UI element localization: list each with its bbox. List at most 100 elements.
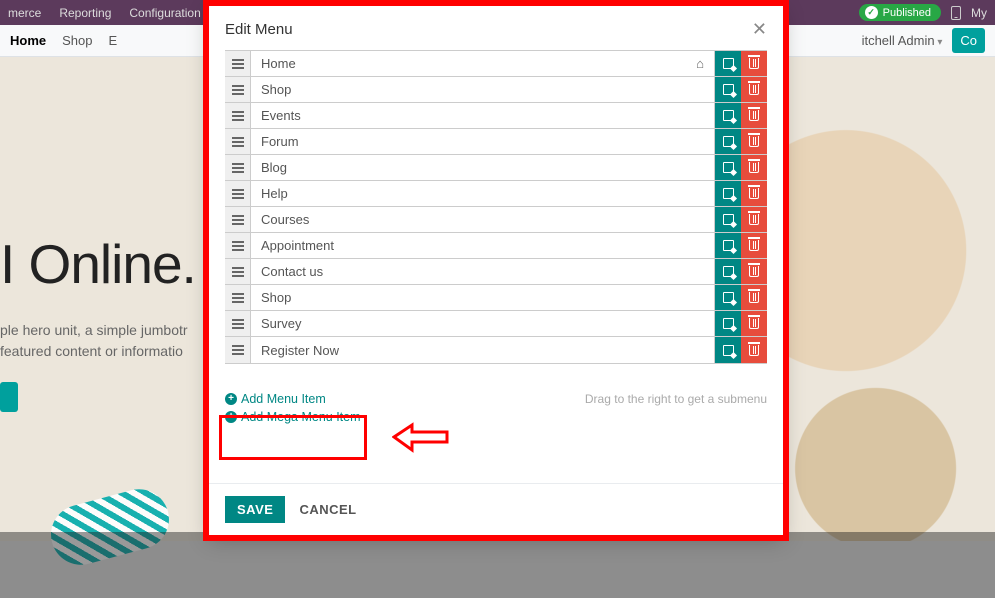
topbar-my[interactable]: My [971, 6, 987, 20]
home-icon: ⌂ [696, 56, 704, 71]
drag-handle-icon[interactable] [225, 259, 251, 284]
modal-footer: SAVE CANCEL [209, 483, 783, 535]
menu-item-label[interactable]: Blog [251, 155, 715, 180]
cancel-button[interactable]: CANCEL [299, 502, 356, 517]
menu-row: Shop [225, 285, 767, 311]
drag-handle-icon[interactable] [225, 155, 251, 180]
menu-row: Courses [225, 207, 767, 233]
menu-row: Forum [225, 129, 767, 155]
published-label: Published [883, 7, 931, 19]
delete-icon[interactable] [741, 207, 767, 232]
check-icon: ✓ [865, 6, 878, 19]
edit-icon[interactable] [715, 77, 741, 102]
published-toggle[interactable]: ✓ Published [859, 4, 941, 21]
edit-icon[interactable] [715, 51, 741, 76]
edit-icon[interactable] [715, 311, 741, 336]
edit-icon[interactable] [715, 181, 741, 206]
drag-handle-icon[interactable] [225, 129, 251, 154]
hero-button[interactable] [0, 382, 18, 412]
hero-text: I Online. ple hero unit, a simple jumbot… [0, 232, 196, 415]
drag-handle-icon[interactable] [225, 207, 251, 232]
menu-list: Home⌂ShopEventsForumBlogHelpCoursesAppoi… [225, 50, 767, 364]
menu-item-label[interactable]: Survey [251, 311, 715, 336]
delete-icon[interactable] [741, 155, 767, 180]
topbar-item[interactable]: Reporting [59, 6, 111, 20]
menu-item-label[interactable]: Help [251, 181, 715, 206]
delete-icon[interactable] [741, 129, 767, 154]
menu-item-label[interactable]: Appointment [251, 233, 715, 258]
delete-icon[interactable] [741, 233, 767, 258]
add-mega-menu-label: Add Mega Menu Item [241, 410, 361, 424]
add-mega-menu-item-link[interactable]: + Add Mega Menu Item [225, 410, 361, 424]
drag-handle-icon[interactable] [225, 337, 251, 363]
cta-button[interactable]: Co [952, 28, 985, 53]
edit-icon[interactable] [715, 207, 741, 232]
menu-row: Survey [225, 311, 767, 337]
nav-right: itchell Admin Co [862, 28, 985, 53]
add-block: + Add Menu Item + Add Mega Menu Item Dra… [225, 392, 767, 424]
edit-icon[interactable] [715, 129, 741, 154]
close-icon[interactable]: ✕ [752, 20, 767, 38]
topbar-item[interactable]: merce [8, 6, 41, 20]
menu-row: Events [225, 103, 767, 129]
nav-item-home[interactable]: Home [10, 33, 46, 48]
nav-item-shop[interactable]: Shop [62, 33, 92, 48]
menu-item-label[interactable]: Contact us [251, 259, 715, 284]
delete-icon[interactable] [741, 337, 767, 363]
plus-icon: + [225, 411, 237, 423]
menu-row: Contact us [225, 259, 767, 285]
delete-icon[interactable] [741, 103, 767, 128]
drag-handle-icon[interactable] [225, 311, 251, 336]
drag-handle-icon[interactable] [225, 51, 251, 76]
plus-icon: + [225, 393, 237, 405]
delete-icon[interactable] [741, 51, 767, 76]
menu-item-label[interactable]: Forum [251, 129, 715, 154]
mobile-icon[interactable] [951, 6, 961, 20]
edit-icon[interactable] [715, 103, 741, 128]
edit-icon[interactable] [715, 155, 741, 180]
menu-item-label[interactable]: Home⌂ [251, 51, 715, 76]
drag-handle-icon[interactable] [225, 233, 251, 258]
drag-handle-icon[interactable] [225, 103, 251, 128]
nav-left: Home Shop E [10, 33, 117, 48]
delete-icon[interactable] [741, 311, 767, 336]
menu-item-label[interactable]: Shop [251, 77, 715, 102]
hero-line1: ple hero unit, a simple jumbotr [0, 322, 188, 338]
delete-icon[interactable] [741, 77, 767, 102]
hero-title: I Online. [0, 232, 196, 296]
edit-icon[interactable] [715, 337, 741, 363]
topbar-right: ✓ Published My [859, 4, 987, 21]
nav-item-e[interactable]: E [109, 33, 118, 48]
delete-icon[interactable] [741, 285, 767, 310]
menu-item-label[interactable]: Courses [251, 207, 715, 232]
topbar-left: merce Reporting Configuration [8, 6, 201, 20]
drag-handle-icon[interactable] [225, 181, 251, 206]
edit-menu-modal: Edit Menu ✕ Home⌂ShopEventsForumBlogHelp… [209, 6, 783, 535]
menu-row: Home⌂ [225, 51, 767, 77]
save-button[interactable]: SAVE [225, 496, 285, 523]
menu-item-label[interactable]: Shop [251, 285, 715, 310]
drag-handle-icon[interactable] [225, 285, 251, 310]
drag-hint: Drag to the right to get a submenu [585, 392, 767, 406]
delete-icon[interactable] [741, 181, 767, 206]
edit-icon[interactable] [715, 285, 741, 310]
topbar-item[interactable]: Configuration [129, 6, 200, 20]
add-menu-item-link[interactable]: + Add Menu Item [225, 392, 361, 406]
edit-icon[interactable] [715, 259, 741, 284]
edit-icon[interactable] [715, 233, 741, 258]
hero-line2: featured content or informatio [0, 343, 183, 359]
user-dropdown[interactable]: itchell Admin [862, 33, 943, 48]
menu-row: Shop [225, 77, 767, 103]
menu-row: Register Now [225, 337, 767, 363]
menu-row: Blog [225, 155, 767, 181]
delete-icon[interactable] [741, 259, 767, 284]
dark-strip [0, 532, 995, 598]
modal-body: Home⌂ShopEventsForumBlogHelpCoursesAppoi… [209, 50, 783, 483]
drag-handle-icon[interactable] [225, 77, 251, 102]
modal-title: Edit Menu [225, 21, 293, 38]
add-menu-item-label: Add Menu Item [241, 392, 326, 406]
modal-header: Edit Menu ✕ [209, 6, 783, 50]
menu-row: Help [225, 181, 767, 207]
menu-item-label[interactable]: Events [251, 103, 715, 128]
menu-item-label[interactable]: Register Now [251, 337, 715, 363]
